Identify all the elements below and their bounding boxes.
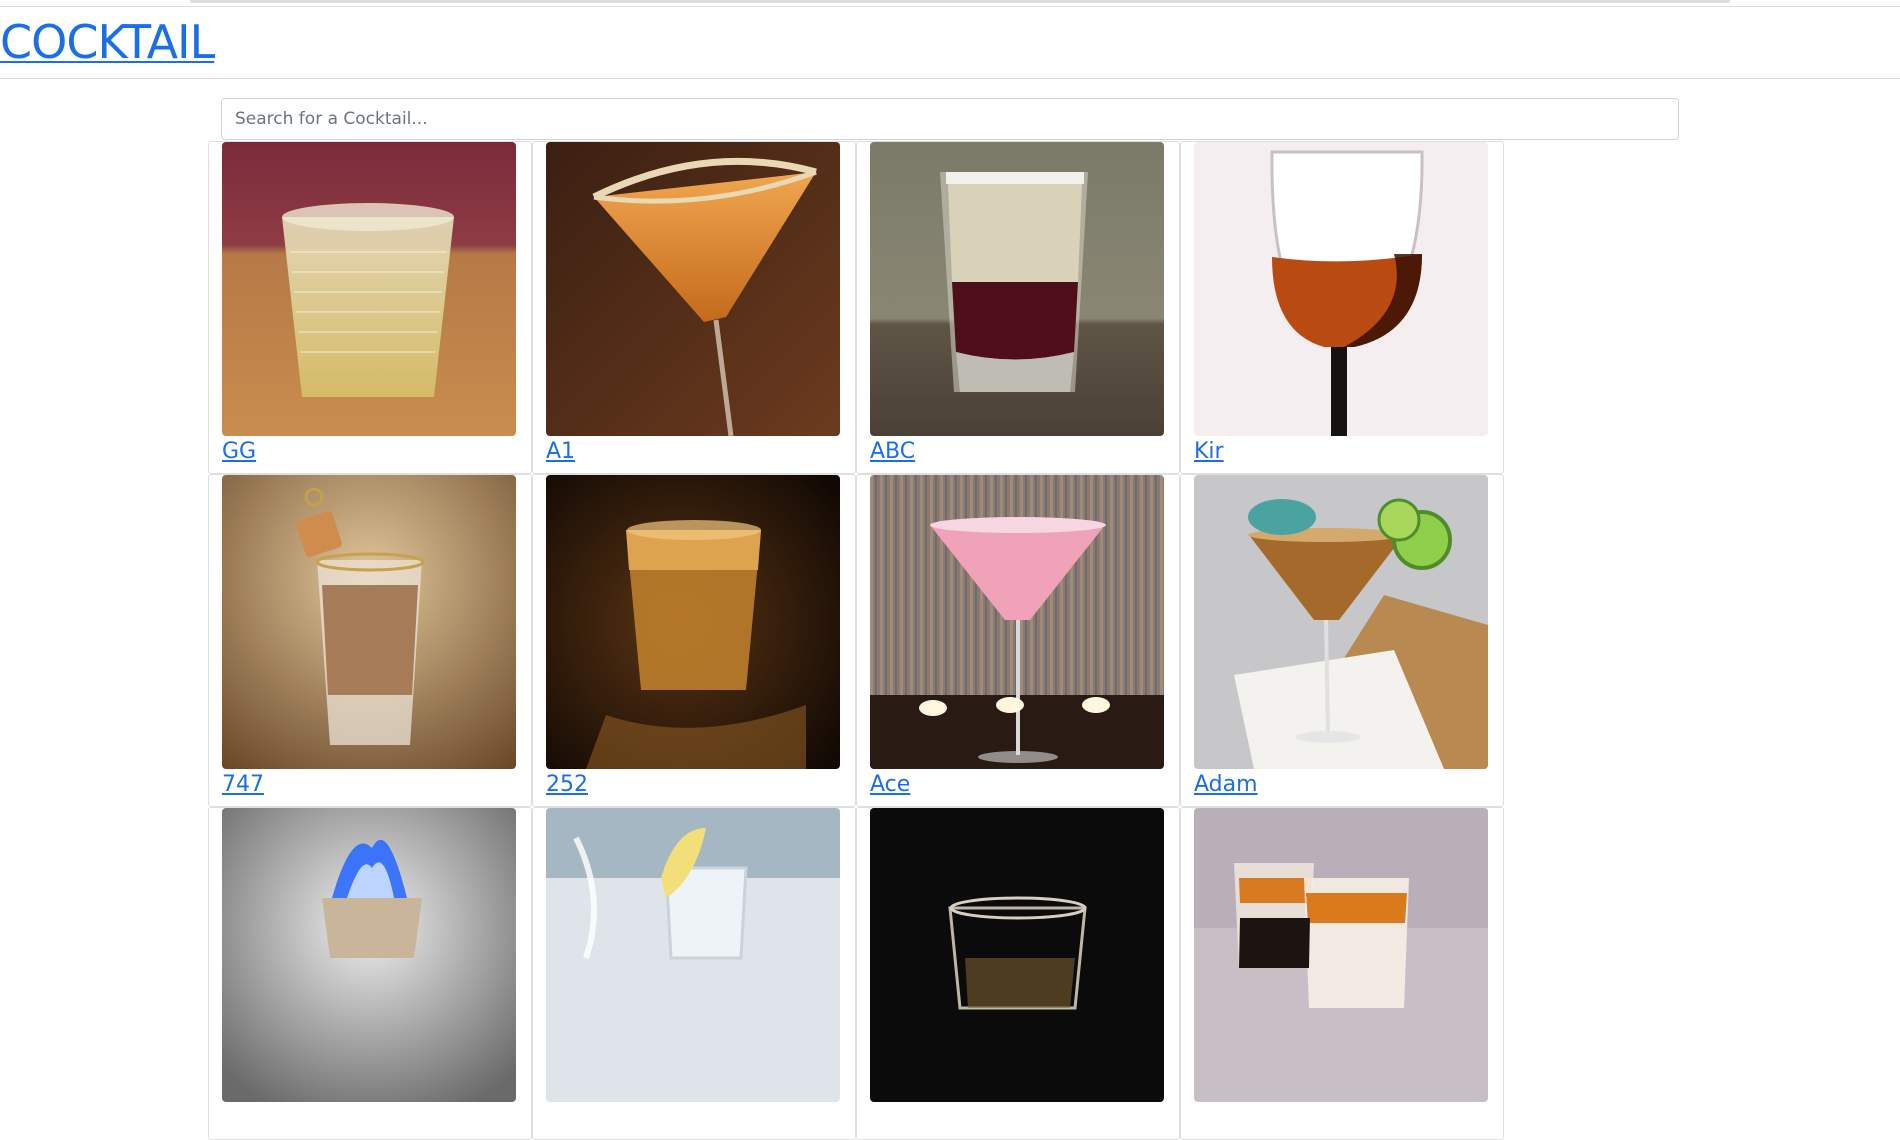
window-scroll-indicator <box>190 0 1730 3</box>
search-input[interactable] <box>221 98 1679 140</box>
cocktail-card: 252 <box>532 474 856 807</box>
cocktail-image[interactable] <box>1194 808 1488 1102</box>
cocktail-image[interactable] <box>222 808 516 1102</box>
cocktail-card <box>208 807 532 1140</box>
cocktail-card <box>532 807 856 1140</box>
cocktail-card: Ace <box>856 474 1180 807</box>
cocktail-name-link[interactable]: Kir <box>1194 438 1490 466</box>
cocktail-name-link[interactable]: Ace <box>870 771 1166 799</box>
cocktail-name-link[interactable]: 252 <box>546 771 842 799</box>
cocktail-image[interactable] <box>1194 142 1488 436</box>
cocktail-image[interactable] <box>546 142 840 436</box>
cocktail-name-link[interactable]: GG <box>222 438 518 466</box>
site-header: COCKTAIL <box>0 6 1900 79</box>
cocktail-image[interactable] <box>1194 475 1488 769</box>
cocktail-card: Kir <box>1180 141 1504 474</box>
cocktail-image[interactable] <box>222 142 516 436</box>
cocktail-image[interactable] <box>870 808 1164 1102</box>
cocktail-card <box>1180 807 1504 1140</box>
cocktail-image[interactable] <box>870 142 1164 436</box>
cocktail-image[interactable] <box>870 475 1164 769</box>
cocktail-card: GG <box>208 141 532 474</box>
cocktail-image[interactable] <box>222 475 516 769</box>
cocktail-card <box>856 807 1180 1140</box>
cocktail-card: A1 <box>532 141 856 474</box>
brand-link[interactable]: COCKTAIL <box>0 13 215 71</box>
cocktail-name-link[interactable]: 747 <box>222 771 518 799</box>
cocktail-image[interactable] <box>546 475 840 769</box>
cocktail-name-link[interactable]: ABC <box>870 438 1166 466</box>
cocktail-image[interactable] <box>546 808 840 1102</box>
cocktail-card: Adam <box>1180 474 1504 807</box>
cocktail-name-link[interactable]: Adam <box>1194 771 1490 799</box>
cocktail-card: 747 <box>208 474 532 807</box>
cocktail-name-link[interactable]: A1 <box>546 438 842 466</box>
cocktail-card: ABC <box>856 141 1180 474</box>
cocktail-grid: GG A1 ABC Kir 747 252 Ace Adam <box>208 141 1504 1140</box>
